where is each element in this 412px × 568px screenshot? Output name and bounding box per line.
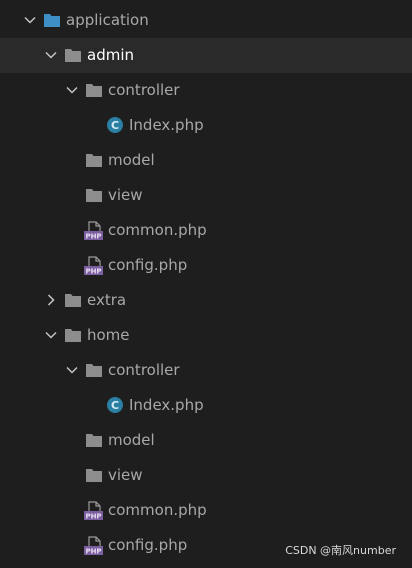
tree-item-label: controller (108, 81, 180, 99)
folder-icon (85, 81, 103, 99)
tree-item-index-php[interactable]: C Index.php (0, 108, 412, 143)
chevron-down-icon[interactable] (64, 362, 80, 378)
tree-item-label: home (87, 326, 130, 344)
tree-item-common-php[interactable]: PHP common.php (0, 493, 412, 528)
folder-icon (85, 466, 103, 484)
class-badge-text: C (111, 399, 119, 412)
php-file-icon: PHP (84, 221, 103, 241)
folder-icon (85, 361, 103, 379)
chevron-down-icon[interactable] (22, 12, 38, 28)
tree-item-application[interactable]: application (0, 3, 412, 38)
tree-item-label: model (108, 151, 155, 169)
tree-item-home[interactable]: home (0, 318, 412, 353)
php-badge-text: PHP (85, 548, 101, 556)
tree-item-label: application (66, 11, 149, 29)
class-badge-text: C (111, 119, 119, 132)
tree-item-label: view (108, 466, 143, 484)
tree-item-config-php[interactable]: PHP config.php (0, 248, 412, 283)
php-badge-text: PHP (85, 268, 101, 276)
tree-item-model[interactable]: model (0, 143, 412, 178)
tree-item-label: config.php (108, 256, 188, 274)
tree-item-label: admin (87, 46, 134, 64)
folder-icon (85, 186, 103, 204)
php-badge-text: PHP (85, 233, 101, 241)
watermark-text: CSDN @南风number (285, 544, 396, 557)
php-file-icon: PHP (84, 501, 103, 521)
folder-icon (85, 151, 103, 169)
tree-item-view[interactable]: view (0, 178, 412, 213)
tree-item-label: model (108, 431, 155, 449)
project-file-tree: application admin controller C Index.php (0, 3, 412, 563)
tree-item-label: extra (87, 291, 127, 309)
tree-item-model[interactable]: model (0, 423, 412, 458)
tree-item-label: common.php (108, 501, 207, 519)
tree-item-controller[interactable]: controller (0, 353, 412, 388)
tree-item-admin[interactable]: admin (0, 38, 412, 73)
tree-item-label: Index.php (129, 396, 204, 414)
tree-item-controller[interactable]: controller (0, 73, 412, 108)
tree-item-label: Index.php (129, 116, 204, 134)
php-file-icon: PHP (84, 256, 103, 276)
php-badge-text: PHP (85, 513, 101, 521)
tree-item-index-php[interactable]: C Index.php (0, 388, 412, 423)
chevron-down-icon[interactable] (64, 82, 80, 98)
tree-item-label: view (108, 186, 143, 204)
tree-item-common-php[interactable]: PHP common.php (0, 213, 412, 248)
folder-icon (64, 46, 82, 64)
tree-item-label: config.php (108, 536, 188, 554)
tree-item-extra[interactable]: extra (0, 283, 412, 318)
php-class-icon: C (106, 116, 124, 134)
folder-icon (43, 11, 61, 29)
tree-item-view[interactable]: view (0, 458, 412, 493)
folder-icon (85, 431, 103, 449)
chevron-right-icon[interactable] (43, 292, 59, 308)
tree-item-label: controller (108, 361, 180, 379)
chevron-down-icon[interactable] (43, 47, 59, 63)
php-file-icon: PHP (84, 536, 103, 556)
php-class-icon: C (106, 396, 124, 414)
folder-icon (64, 291, 82, 309)
tree-item-label: common.php (108, 221, 207, 239)
folder-icon (64, 326, 82, 344)
chevron-down-icon[interactable] (43, 327, 59, 343)
